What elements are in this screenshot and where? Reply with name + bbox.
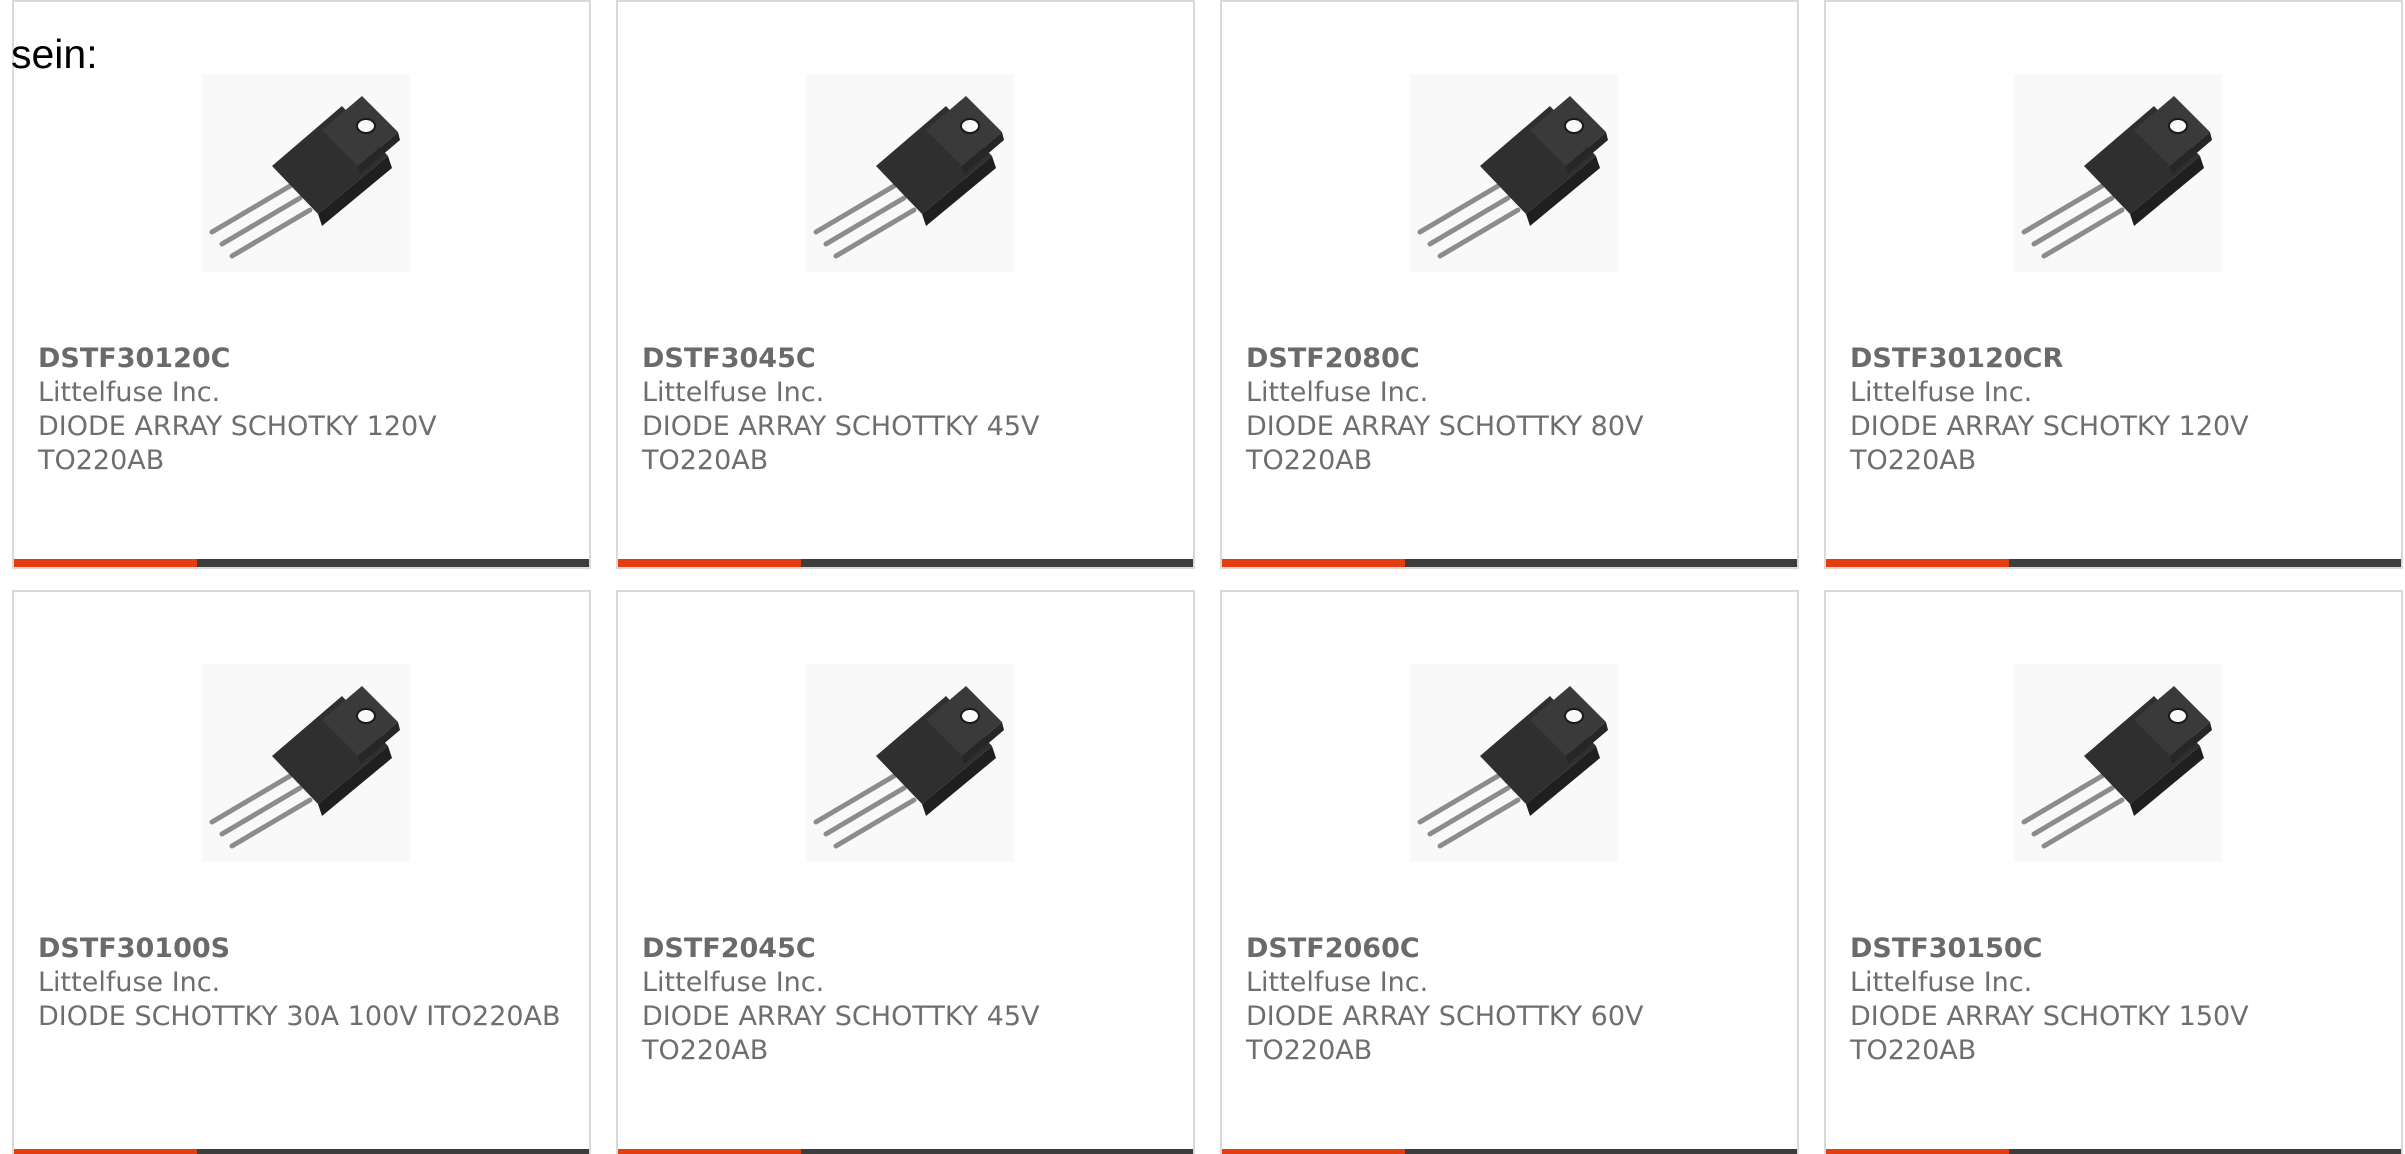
to220-transistor-icon[interactable] <box>2014 74 2222 272</box>
card-accent-bar <box>618 559 801 567</box>
product-card[interactable]: DSTF30100S Littelfuse Inc. DIODE SCHOTTK… <box>12 590 591 1154</box>
product-info: DSTF3045C Littelfuse Inc. DIODE ARRAY SC… <box>642 342 1173 478</box>
card-bottom-bar <box>14 1149 589 1154</box>
part-number[interactable]: DSTF30100S <box>38 932 569 966</box>
card-bottom-bar <box>618 559 1193 567</box>
part-number[interactable]: DSTF30120CR <box>1850 342 2381 376</box>
manufacturer: Littelfuse Inc. <box>1850 377 2033 408</box>
card-accent-bar <box>618 1149 801 1154</box>
product-description: DIODE SCHOTTKY 30A 100V ITO220AB <box>38 1001 561 1032</box>
to220-transistor-icon[interactable] <box>806 664 1014 862</box>
to220-transistor-icon[interactable] <box>1410 74 1618 272</box>
product-card[interactable]: DSTF3045C Littelfuse Inc. DIODE ARRAY SC… <box>616 0 1195 569</box>
product-card[interactable]: DSTF30150C Littelfuse Inc. DIODE ARRAY S… <box>1824 590 2403 1154</box>
product-info: DSTF2060C Littelfuse Inc. DIODE ARRAY SC… <box>1246 932 1777 1068</box>
card-bottom-bar <box>1222 1149 1797 1154</box>
card-bottom-bar <box>1826 1149 2401 1154</box>
manufacturer: Littelfuse Inc. <box>38 377 221 408</box>
product-card[interactable]: DSTF2060C Littelfuse Inc. DIODE ARRAY SC… <box>1220 590 1799 1154</box>
manufacturer: Littelfuse Inc. <box>38 967 221 998</box>
card-bottom-bar <box>14 559 589 567</box>
card-accent-bar <box>14 559 197 567</box>
product-description: DIODE ARRAY SCHOTTKY 80V TO220AB <box>1246 411 1644 476</box>
product-info: DSTF30120C Littelfuse Inc. DIODE ARRAY S… <box>38 342 569 478</box>
card-bottom-bar <box>1222 559 1797 567</box>
card-accent-bar <box>14 1149 197 1154</box>
part-number[interactable]: DSTF30150C <box>1850 932 2381 966</box>
product-card[interactable]: DSTF2045C Littelfuse Inc. DIODE ARRAY SC… <box>616 590 1195 1154</box>
to220-transistor-icon[interactable] <box>202 664 410 862</box>
to220-transistor-icon[interactable] <box>2014 664 2222 862</box>
to220-transistor-icon[interactable] <box>202 74 410 272</box>
part-number[interactable]: DSTF2045C <box>642 932 1173 966</box>
part-number[interactable]: DSTF3045C <box>642 342 1173 376</box>
product-description: DIODE ARRAY SCHOTTKY 45V TO220AB <box>642 1001 1040 1066</box>
product-info: DSTF30100S Littelfuse Inc. DIODE SCHOTTK… <box>38 932 569 1034</box>
product-card[interactable]: DSTF30120CR Littelfuse Inc. DIODE ARRAY … <box>1824 0 2403 569</box>
part-number[interactable]: DSTF2080C <box>1246 342 1777 376</box>
product-grid: DSTF30120C Littelfuse Inc. DIODE ARRAY S… <box>12 0 2405 1154</box>
to220-transistor-icon[interactable] <box>1410 664 1618 862</box>
product-description: DIODE ARRAY SCHOTKY 120V TO220AB <box>38 411 437 476</box>
manufacturer: Littelfuse Inc. <box>1246 377 1429 408</box>
card-accent-bar <box>1222 559 1405 567</box>
product-info: DSTF2080C Littelfuse Inc. DIODE ARRAY SC… <box>1246 342 1777 478</box>
product-info: DSTF30150C Littelfuse Inc. DIODE ARRAY S… <box>1850 932 2381 1068</box>
to220-transistor-icon[interactable] <box>806 74 1014 272</box>
product-description: DIODE ARRAY SCHOTTKY 60V TO220AB <box>1246 1001 1644 1066</box>
manufacturer: Littelfuse Inc. <box>1850 967 2033 998</box>
product-card[interactable]: DSTF30120C Littelfuse Inc. DIODE ARRAY S… <box>12 0 591 569</box>
part-number[interactable]: DSTF30120C <box>38 342 569 376</box>
card-accent-bar <box>1222 1149 1405 1154</box>
card-accent-bar <box>1826 1149 2009 1154</box>
product-card[interactable]: DSTF2080C Littelfuse Inc. DIODE ARRAY SC… <box>1220 0 1799 569</box>
card-accent-bar <box>1826 559 2009 567</box>
manufacturer: Littelfuse Inc. <box>642 377 825 408</box>
card-bottom-bar <box>1826 559 2401 567</box>
intro-text: sein: <box>11 31 98 77</box>
part-number[interactable]: DSTF2060C <box>1246 932 1777 966</box>
manufacturer: Littelfuse Inc. <box>642 967 825 998</box>
product-info: DSTF30120CR Littelfuse Inc. DIODE ARRAY … <box>1850 342 2381 478</box>
product-description: DIODE ARRAY SCHOTKY 120V TO220AB <box>1850 411 2249 476</box>
product-info: DSTF2045C Littelfuse Inc. DIODE ARRAY SC… <box>642 932 1173 1068</box>
product-description: DIODE ARRAY SCHOTKY 150V TO220AB <box>1850 1001 2249 1066</box>
product-description: DIODE ARRAY SCHOTTKY 45V TO220AB <box>642 411 1040 476</box>
manufacturer: Littelfuse Inc. <box>1246 967 1429 998</box>
card-bottom-bar <box>618 1149 1193 1154</box>
